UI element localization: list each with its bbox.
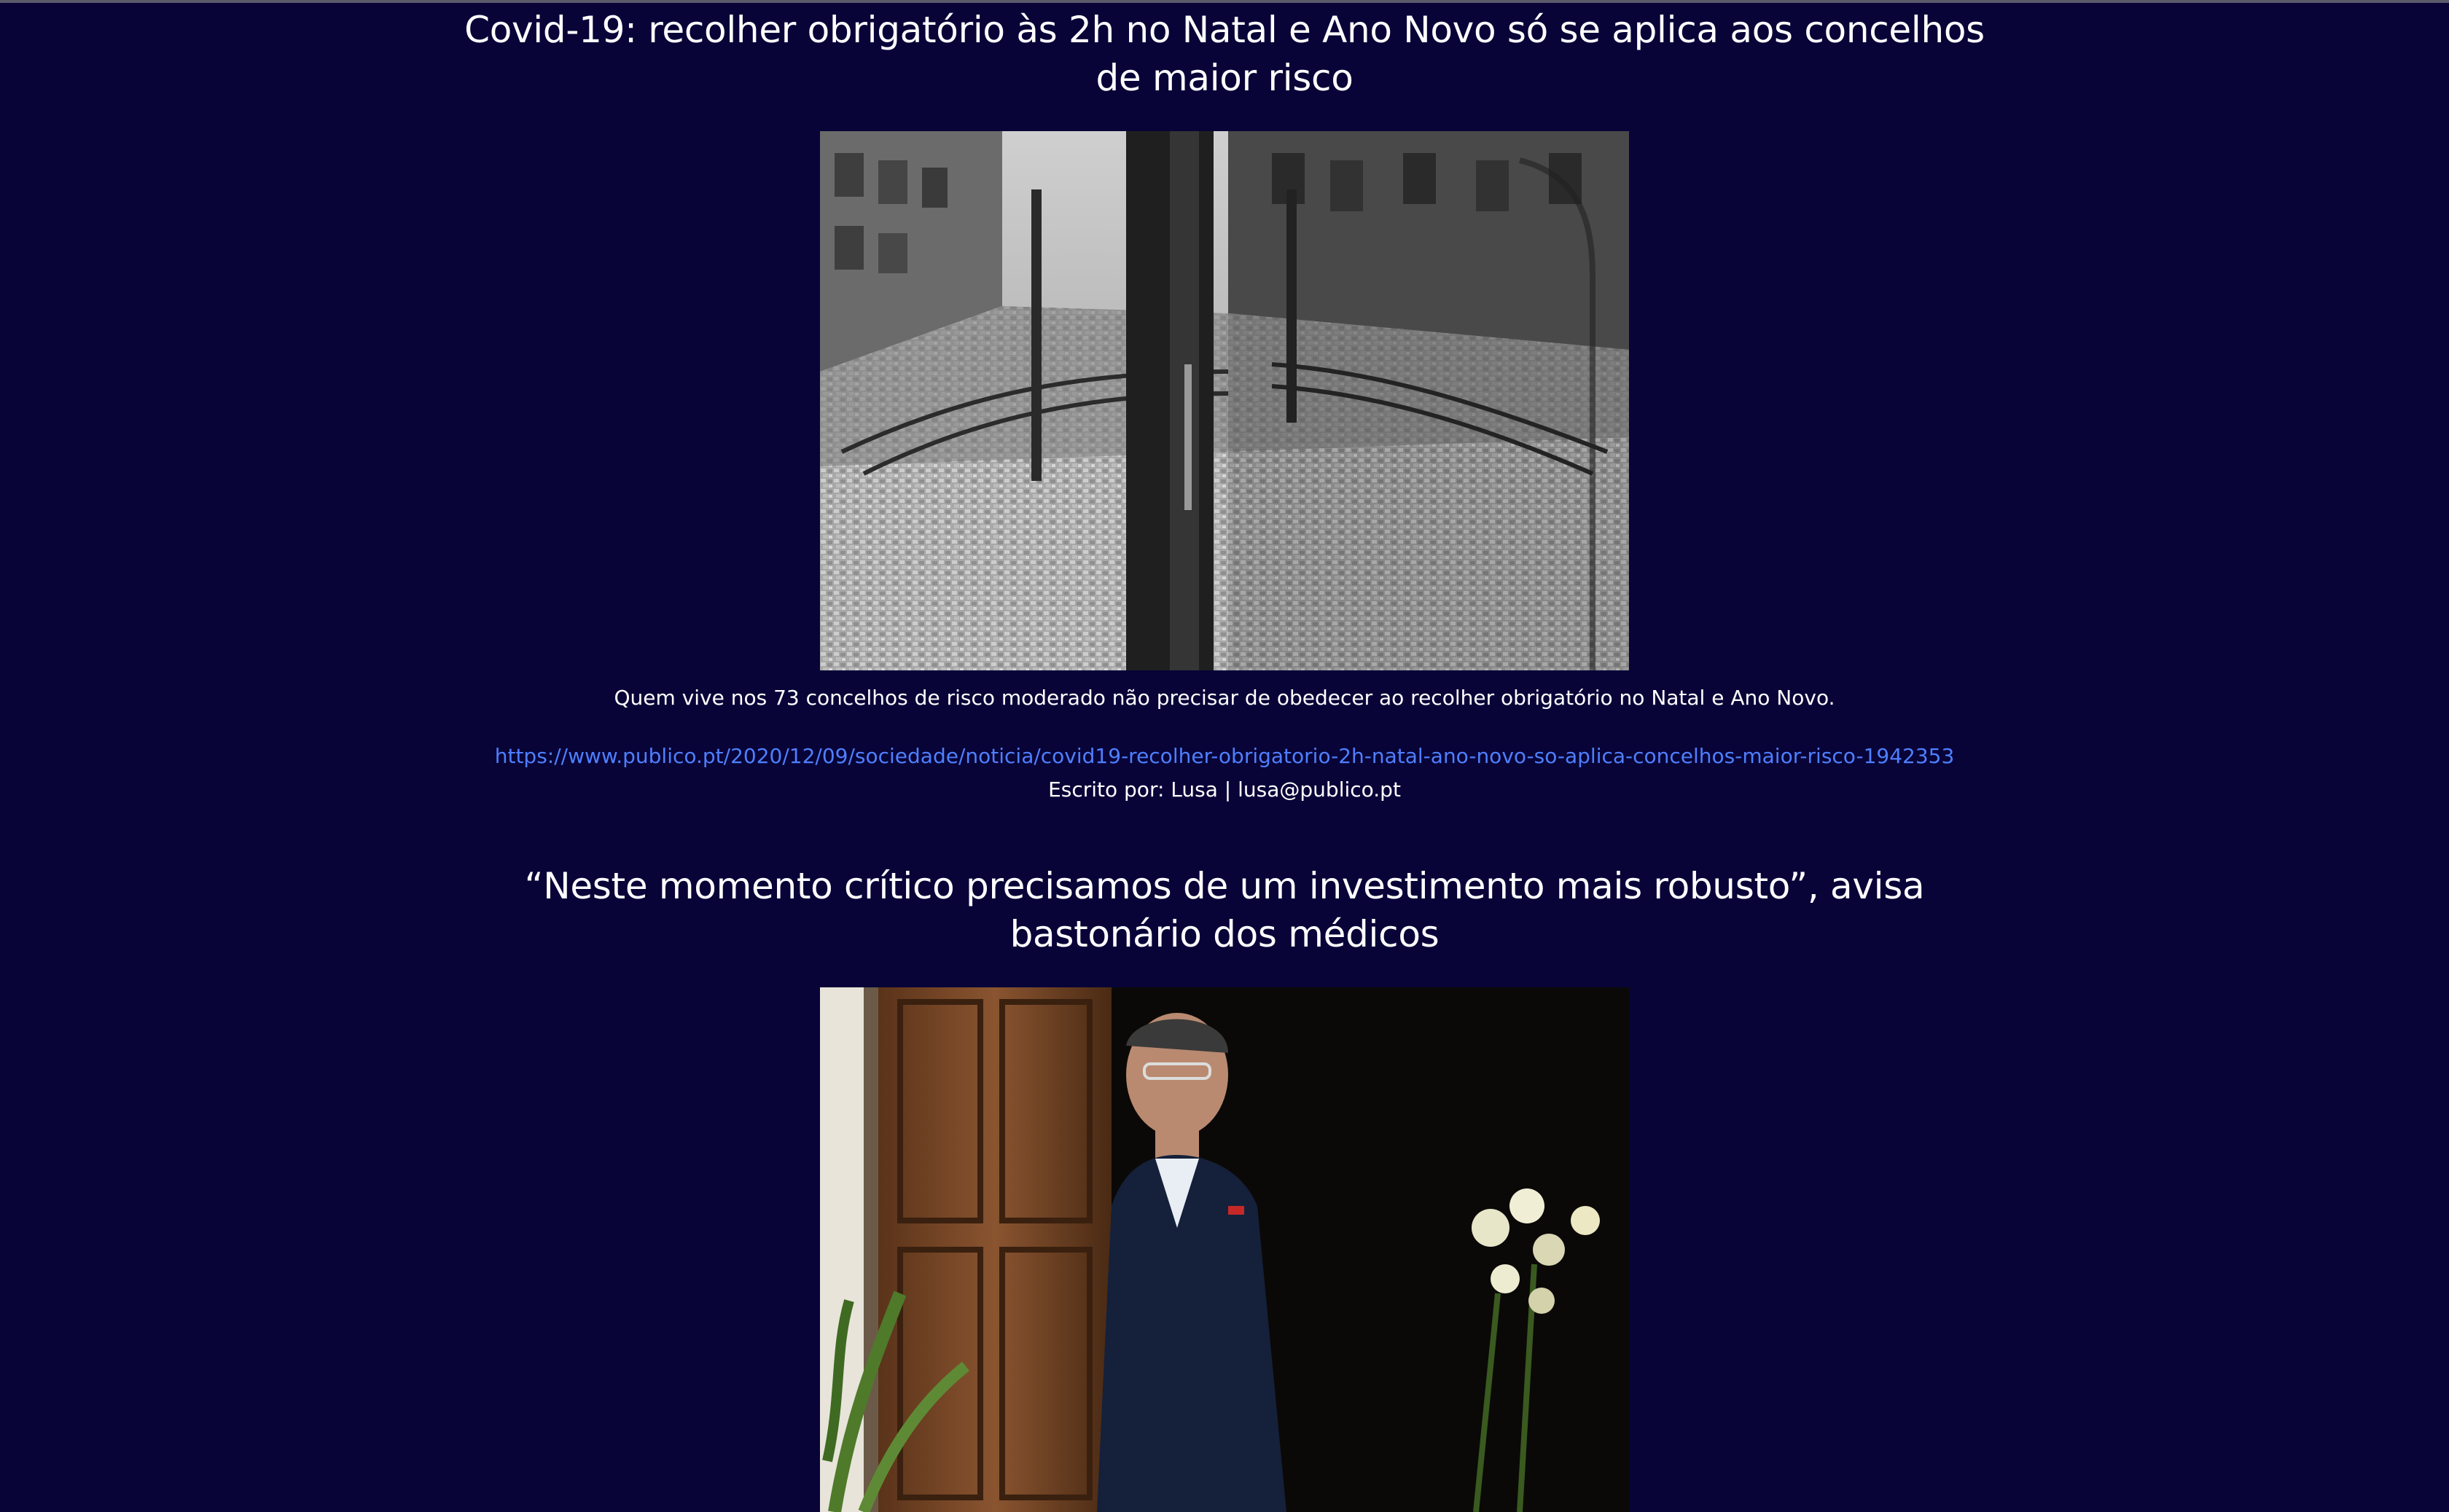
article-headline: “Neste momento crítico precisamos de um … [524,865,1925,955]
portrait-photo-icon [820,987,1629,1512]
image-caption: Quem vive nos 73 concelhos de risco mode… [614,686,1835,710]
article-headline: Covid-19: recolher obrigatório às 2h no … [464,9,1985,99]
article-image [820,987,1629,1512]
article-byline: Escrito por: Lusa | lusa@publico.pt [1048,777,1401,802]
article-image [820,131,1629,670]
street-photo-icon [820,131,1629,670]
news-article: Covid-19: recolher obrigatório às 2h no … [0,6,2449,804]
window-top-border [0,0,2449,3]
article-link[interactable]: https://www.publico.pt/2020/12/09/socied… [495,742,1955,771]
news-article: “Neste momento crítico precisamos de um … [0,862,2449,1512]
